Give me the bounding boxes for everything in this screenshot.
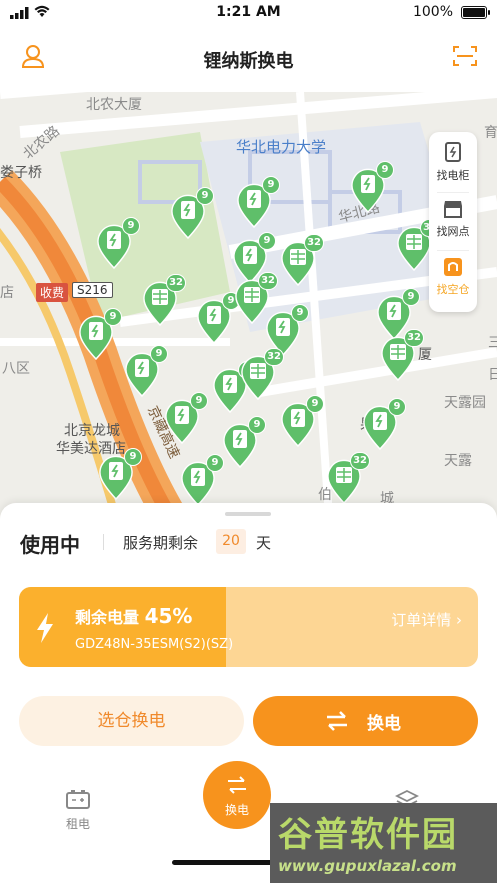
marker-count-badge: 32 [350, 452, 370, 470]
marker-count-badge: 32 [264, 348, 284, 366]
find-empty-button[interactable]: 找空仓 [429, 258, 477, 297]
watermark-url: www.gupuxlazal.com [278, 857, 457, 875]
marker-count-badge: 9 [258, 232, 276, 250]
station-marker[interactable]: 9 [164, 392, 208, 444]
tab-swap-label: 换电 [224, 803, 249, 817]
swap-button[interactable]: 换电 [253, 696, 478, 746]
station-marker[interactable]: 32 [142, 274, 186, 326]
find-cabinet-label: 找电柜 [436, 169, 470, 182]
battery-remain: 剩余电量 45% [75, 604, 192, 628]
marker-count-badge: 9 [124, 448, 142, 466]
drag-handle[interactable] [225, 512, 271, 516]
tab-rent-label: 租电 [65, 817, 90, 831]
map-label: 北京龙城 [64, 423, 120, 439]
watermark: 谷普软件园 www.gupuxlazal.com [270, 803, 497, 883]
order-detail-link[interactable]: 订单详情 › [391, 609, 462, 630]
battery-percent: 100% [412, 4, 453, 20]
marker-count-badge: 32 [166, 274, 186, 292]
station-marker[interactable]: 9 [222, 416, 266, 468]
station-marker[interactable]: 9 [98, 448, 142, 500]
tab-rent[interactable]: 租电 [58, 789, 98, 832]
station-marker[interactable]: 32 [380, 329, 424, 381]
marker-count-badge: 9 [104, 308, 122, 326]
map-label: 天露 [444, 453, 472, 469]
empty-bay-icon [444, 258, 462, 276]
station-marker[interactable]: 9 [170, 187, 214, 239]
station-marker[interactable]: 9 [78, 308, 122, 360]
station-marker[interactable]: 9 [350, 161, 394, 213]
marker-count-badge: 9 [306, 395, 324, 413]
marker-count-badge: 9 [122, 217, 140, 235]
map-label: 厦 [418, 347, 432, 363]
remain-label: 剩余电量 [75, 608, 140, 627]
road-number: S216 [72, 282, 113, 298]
map-label: 店 [0, 285, 14, 301]
marker-count-badge: 32 [404, 329, 424, 347]
marker-count-badge: 9 [291, 304, 309, 322]
marker-count-badge: 9 [376, 161, 394, 179]
marker-count-badge: 9 [196, 187, 214, 205]
find-outlet-button[interactable]: 找网点 [429, 200, 477, 239]
scan-icon[interactable] [453, 45, 477, 67]
cabinet-icon [445, 142, 461, 162]
marker-count-badge: 9 [262, 176, 280, 194]
select-bay-swap-button[interactable]: 选仓换电 [19, 696, 244, 746]
map-label: 育 [484, 125, 497, 141]
swap-button-label: 换电 [367, 714, 401, 734]
find-outlet-label: 找网点 [436, 225, 470, 238]
map-label: 华北电力大学 [236, 138, 327, 156]
marker-count-badge: 9 [206, 454, 224, 472]
station-marker[interactable]: 9 [180, 454, 224, 506]
marker-count-badge: 9 [190, 392, 208, 410]
toll-badge: 收费 [36, 283, 69, 302]
map-filter-panel: 找电柜 找网点 找空仓 [429, 132, 477, 312]
find-cabinet-button[interactable]: 找电柜 [429, 142, 477, 183]
battery-rent-icon [66, 790, 90, 809]
swap-arrows-icon [327, 711, 347, 731]
map-label: 娄子桥 [0, 165, 42, 181]
page-title: 锂纳斯换电 [203, 51, 294, 72]
find-empty-label: 找空仓 [436, 283, 470, 296]
map-view[interactable]: 北农大厦 北农路 华北电力大学 华北路 娄子桥 收费 S216 店 八区 北京龙… [0, 92, 497, 532]
station-marker[interactable]: 32 [280, 234, 324, 286]
usage-status: 使用中 [20, 533, 80, 557]
station-marker[interactable]: 32 [240, 348, 284, 400]
days-unit: 天 [256, 534, 272, 552]
marker-count-badge: 32 [304, 234, 324, 252]
swap-arrows-icon [228, 776, 246, 794]
lightning-icon [37, 613, 53, 643]
map-label: 天露园 [444, 395, 486, 411]
station-marker[interactable]: 32 [396, 219, 440, 271]
days-remaining: 20 [216, 529, 246, 554]
map-label: 北农大厦 [86, 97, 142, 113]
station-marker[interactable]: 32 [326, 452, 370, 504]
map-label: 日 [488, 367, 497, 383]
marker-count-badge: 9 [388, 398, 406, 416]
map-label: 三 [488, 335, 497, 351]
store-icon [444, 201, 462, 218]
watermark-title: 谷普软件园 [278, 815, 458, 855]
battery-card[interactable]: 剩余电量 45% GDZ48N-35ESM(S2)(SZ) 订单详情 › [19, 587, 478, 667]
status-bar: 1:21 AM 100% [0, 0, 497, 26]
battery-model: GDZ48N-35ESM(S2)(SZ) [75, 637, 234, 652]
marker-count-badge: 9 [150, 345, 168, 363]
station-marker[interactable]: 9 [236, 176, 280, 228]
service-remaining-label: 服务期剩余 [123, 534, 199, 552]
station-marker[interactable]: 9 [124, 345, 168, 397]
app-header: 锂纳斯换电 [0, 26, 497, 92]
map-label: 八区 [2, 361, 30, 377]
marker-count-badge: 32 [258, 272, 278, 290]
battery-percent-value: 45% [144, 604, 193, 628]
station-marker[interactable]: 32 [234, 272, 278, 324]
station-marker[interactable]: 9 [96, 217, 140, 269]
marker-count-badge: 9 [248, 416, 266, 434]
tab-swap[interactable]: 换电 [203, 761, 271, 829]
station-marker[interactable]: 9 [362, 398, 406, 450]
station-marker[interactable]: 9 [280, 395, 324, 447]
battery-icon [461, 6, 490, 19]
station-marker[interactable]: 9 [196, 292, 240, 344]
marker-count-badge: 9 [402, 288, 420, 306]
